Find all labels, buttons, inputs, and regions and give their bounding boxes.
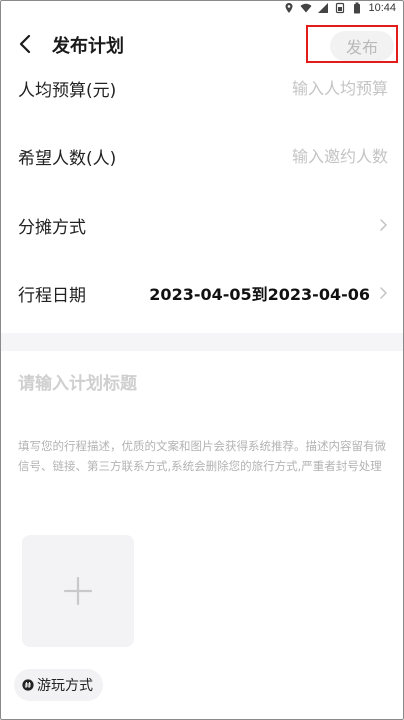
section-divider: [0, 333, 404, 351]
split-method-row[interactable]: 分摊方式: [0, 205, 404, 245]
wifi-icon: [300, 3, 312, 13]
signal-icon: [318, 3, 329, 13]
plan-title-input[interactable]: [18, 368, 388, 400]
status-icons: 10:44: [283, 2, 396, 14]
plan-description-input[interactable]: 填写您的行程描述，优质的文案和图片会获得系统推荐。描述内容留有微信号、链接、第三…: [18, 436, 390, 476]
play-style-tag[interactable]: 游玩方式: [14, 669, 103, 701]
budget-row: 人均预算(元): [0, 68, 404, 108]
budget-input[interactable]: [238, 78, 388, 98]
chevron-right-icon: [380, 287, 387, 299]
publish-highlight-box: [306, 25, 398, 63]
trip-date-label: 行程日期: [18, 285, 86, 306]
hash-circle-icon: [22, 679, 34, 691]
plus-icon: [63, 576, 93, 606]
status-bar: 10:44: [0, 0, 404, 18]
location-icon: [285, 3, 293, 13]
people-label: 希望人数(人): [18, 148, 117, 169]
split-method-label: 分摊方式: [18, 217, 86, 238]
people-input[interactable]: [238, 146, 388, 166]
add-photo-button[interactable]: [22, 535, 134, 647]
battery-icon: [354, 2, 361, 14]
trip-date-row[interactable]: 行程日期 2023-04-05到2023-04-06: [0, 273, 404, 313]
status-time: 10:44: [368, 2, 396, 14]
sim-icon: [336, 2, 345, 14]
budget-label: 人均预算(元): [18, 80, 117, 101]
back-arrow-icon[interactable]: [14, 32, 38, 56]
chevron-right-icon: [380, 219, 387, 231]
trip-date-value: 2023-04-05到2023-04-06: [149, 285, 370, 304]
play-style-label: 游玩方式: [37, 678, 93, 694]
page-title: 发布计划: [52, 36, 124, 57]
people-row: 希望人数(人): [0, 136, 404, 176]
